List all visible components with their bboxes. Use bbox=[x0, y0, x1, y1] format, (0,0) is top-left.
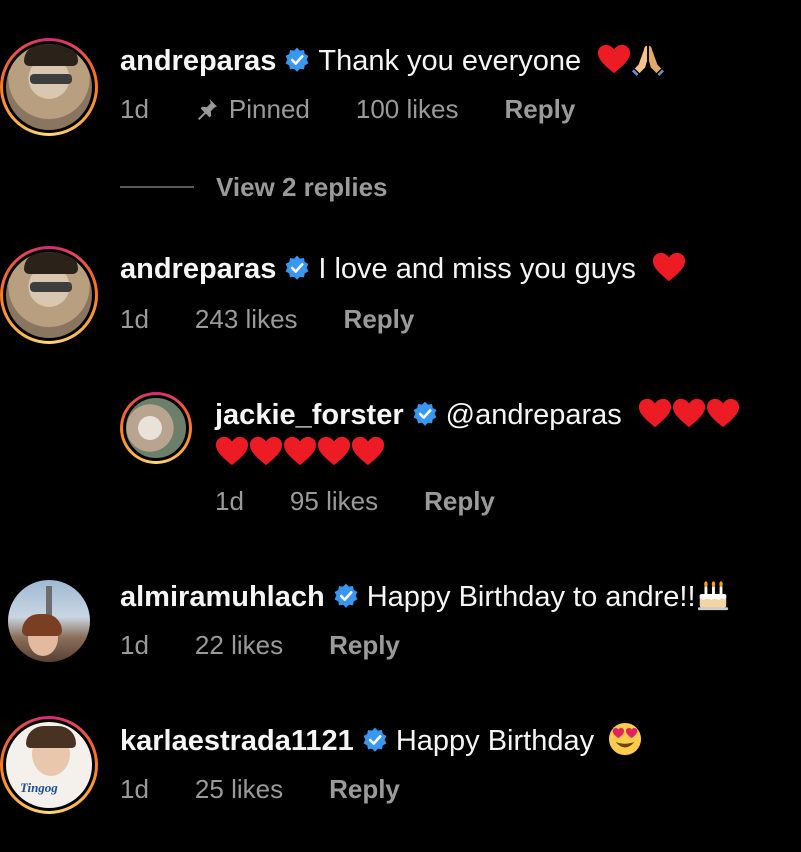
timestamp: 1d bbox=[215, 486, 244, 516]
likes-count[interactable]: 100 likes bbox=[356, 94, 459, 124]
comment-line: jackie_forster @andreparas bbox=[215, 398, 740, 432]
pinned-label: Pinned bbox=[228, 94, 310, 124]
verified-badge-icon bbox=[284, 255, 310, 281]
heart-emoji-icon bbox=[706, 397, 740, 429]
avatar-caption: Tingog bbox=[20, 780, 58, 795]
likes-count[interactable]: 243 likes bbox=[195, 304, 298, 334]
username[interactable]: jackie_forster bbox=[215, 399, 404, 431]
avatar[interactable] bbox=[0, 38, 98, 136]
avatar[interactable] bbox=[0, 246, 98, 344]
comment-meta: 1d 22 likes Reply bbox=[120, 630, 400, 660]
heart-emoji-icon bbox=[283, 435, 317, 467]
folded-hands-emoji-icon bbox=[631, 42, 665, 76]
reply-button[interactable]: Reply bbox=[505, 94, 576, 124]
avatar[interactable]: Tingog bbox=[0, 716, 98, 814]
comment-meta: 1d 25 likes Reply bbox=[120, 774, 400, 804]
username[interactable]: karlaestrada1121 bbox=[120, 725, 354, 757]
username[interactable]: andreparas bbox=[120, 45, 276, 77]
comment-line: karlaestrada1121 Happy Birthday bbox=[120, 724, 642, 758]
heart-emoji-icon bbox=[638, 397, 672, 429]
divider bbox=[120, 186, 194, 188]
comment-text: Happy Birthday to andre!! bbox=[366, 581, 696, 613]
comment-line: almiramuhlach Happy Birthday to andre!! bbox=[120, 580, 730, 614]
likes-count[interactable]: 95 likes bbox=[290, 486, 378, 516]
timestamp: 1d bbox=[120, 304, 149, 334]
heart-emoji-icon bbox=[597, 43, 631, 75]
timestamp: 1d bbox=[120, 774, 149, 804]
heart-emoji-icon bbox=[249, 435, 283, 467]
comment-text: Happy Birthday bbox=[395, 725, 595, 757]
avatar[interactable] bbox=[120, 392, 192, 464]
comment-meta: 1d Pinned 100 likes Reply bbox=[120, 94, 575, 124]
comment-meta: 1d 95 likes Reply bbox=[215, 486, 495, 516]
verified-badge-icon bbox=[362, 727, 388, 753]
birthday-cake-emoji-icon bbox=[696, 578, 730, 612]
pin-icon bbox=[195, 97, 219, 121]
view-replies-button[interactable]: View 2 replies bbox=[120, 170, 388, 204]
heart-emoji-icon bbox=[351, 435, 385, 467]
comment-text: Thank you everyone bbox=[318, 45, 582, 77]
mention-link[interactable]: @andreparas bbox=[446, 399, 622, 431]
view-replies-label: View 2 replies bbox=[216, 171, 388, 202]
verified-badge-icon bbox=[412, 401, 438, 427]
comment-text: I love and miss you guys bbox=[318, 253, 636, 285]
reply-button[interactable]: Reply bbox=[344, 304, 415, 334]
heart-eyes-emoji-icon bbox=[608, 722, 642, 756]
timestamp: 1d bbox=[120, 630, 149, 660]
timestamp: 1d bbox=[120, 94, 149, 124]
username[interactable]: andreparas bbox=[120, 253, 276, 285]
likes-count[interactable]: 22 likes bbox=[195, 630, 283, 660]
comment-line: andreparas Thank you everyone bbox=[120, 44, 665, 78]
heart-emoji-icon bbox=[672, 397, 706, 429]
heart-emoji-icon bbox=[652, 251, 686, 283]
comment-line: andreparas I love and miss you guys bbox=[120, 252, 686, 286]
reply-button[interactable]: Reply bbox=[329, 630, 400, 660]
verified-badge-icon bbox=[284, 47, 310, 73]
verified-badge-icon bbox=[333, 583, 359, 609]
reply-button[interactable]: Reply bbox=[424, 486, 495, 516]
comment-line-continued bbox=[215, 436, 385, 470]
heart-emoji-icon bbox=[317, 435, 351, 467]
reply-button[interactable]: Reply bbox=[329, 774, 400, 804]
likes-count[interactable]: 25 likes bbox=[195, 774, 283, 804]
heart-emoji-icon bbox=[215, 435, 249, 467]
comment-meta: 1d 243 likes Reply bbox=[120, 304, 414, 334]
avatar[interactable] bbox=[8, 580, 90, 662]
username[interactable]: almiramuhlach bbox=[120, 581, 325, 613]
